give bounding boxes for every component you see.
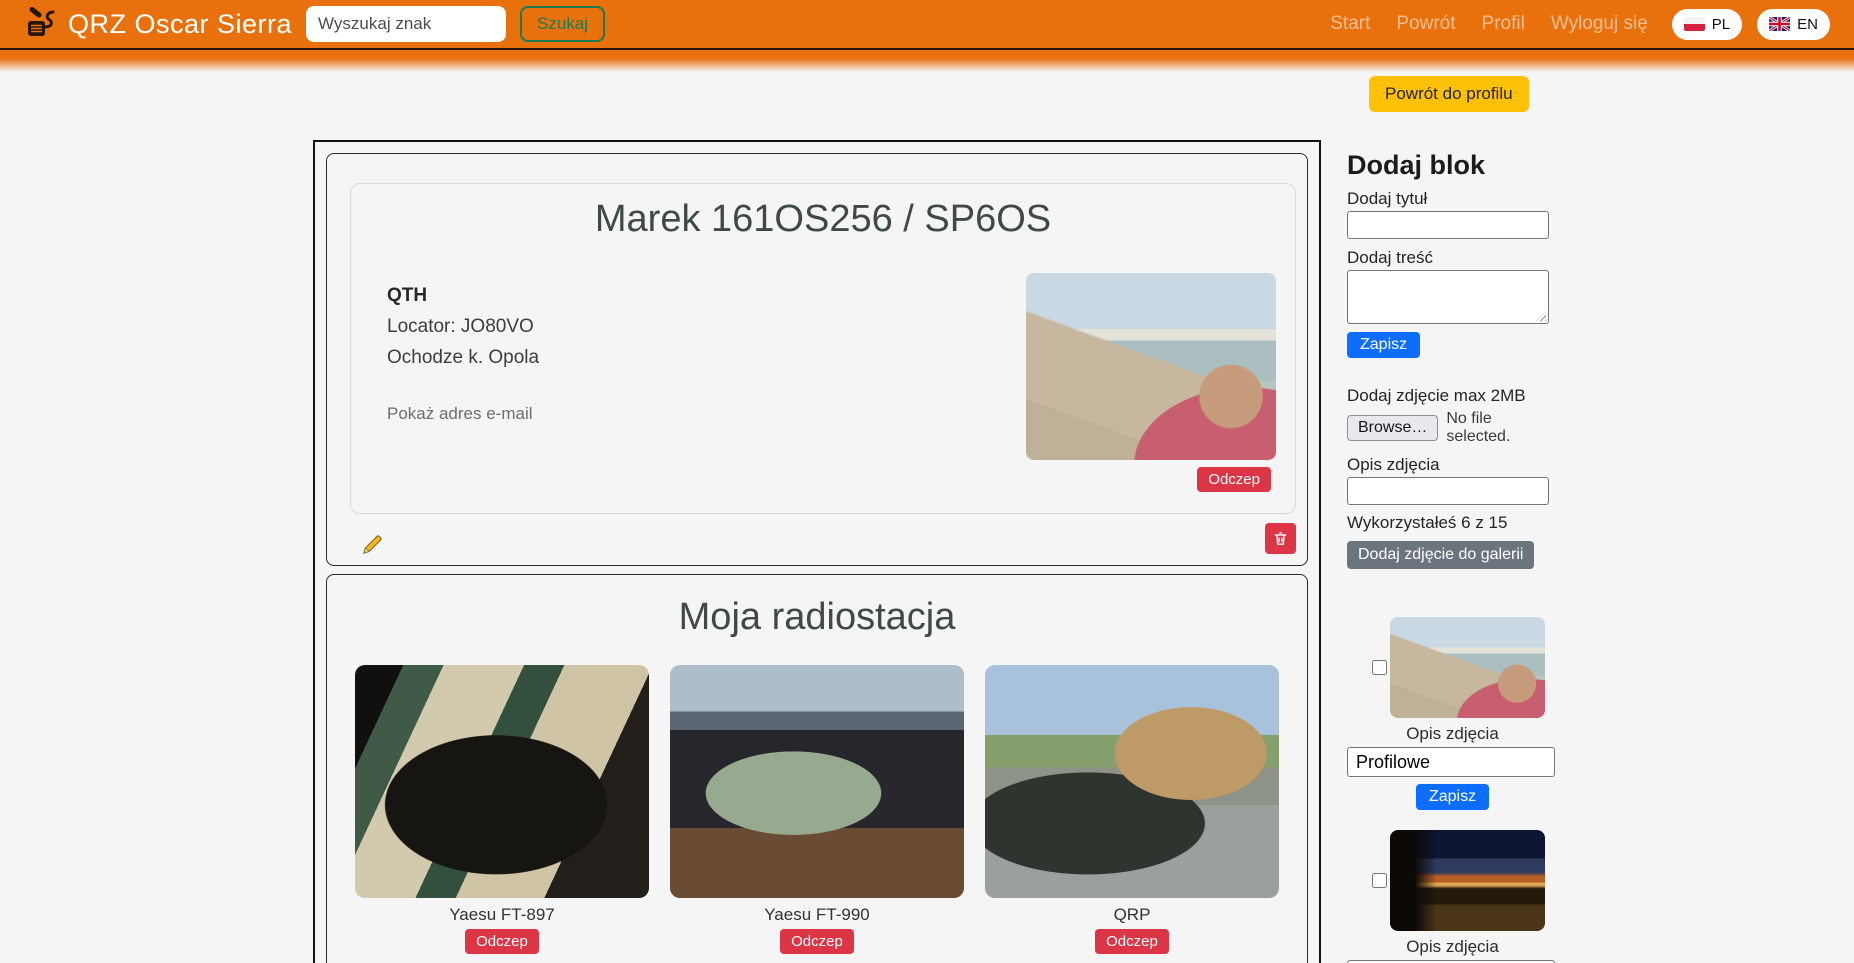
pencil-icon[interactable] <box>361 533 384 556</box>
add-title-label: Dodaj tytuł <box>1347 189 1558 209</box>
nav-link-wyloguj[interactable]: Wyloguj się <box>1551 13 1648 35</box>
nav-links: Start Powrót Profil Wyloguj się <box>1330 13 1648 35</box>
lang-en-label: EN <box>1797 16 1818 33</box>
gallery-usage-text: Wykorzystałeś 6 z 15 <box>1347 513 1558 533</box>
lang-pl-button[interactable]: PL <box>1672 9 1742 40</box>
station-figure: Yaesu FT-897 Odczep <box>355 665 649 954</box>
gallery-desc-label: Opis zdjęcia <box>1347 937 1558 957</box>
locator-text: Locator: JO80VO <box>387 311 539 342</box>
brand-title: QRZ Oscar Sierra <box>68 9 292 40</box>
block-title-input[interactable] <box>1347 211 1549 239</box>
qth-info: QTH Locator: JO80VO Ochodze k. Opola <box>387 280 539 373</box>
navbar: QRZ Oscar Sierra Szukaj Start Powrót Pro… <box>0 0 1854 48</box>
station-figure: Yaesu FT-990 Odczep <box>670 665 964 954</box>
nav-link-profil[interactable]: Profil <box>1482 13 1525 35</box>
radio-mic-icon <box>24 6 60 42</box>
trash-icon <box>1272 530 1289 547</box>
upload-photo-label: Dodaj zdjęcie max 2MB <box>1347 386 1558 406</box>
gallery-select-checkbox[interactable] <box>1372 660 1387 675</box>
search-button[interactable]: Szukaj <box>520 6 605 42</box>
gallery-desc-input[interactable] <box>1347 747 1555 777</box>
gallery-thumbnail-odrodzenie <box>1390 830 1545 931</box>
navbar-glow <box>0 50 1854 72</box>
nav-link-powrot[interactable]: Powrót <box>1396 13 1455 35</box>
gallery-select-checkbox[interactable] <box>1372 873 1387 888</box>
station-title: Moja radiostacja <box>327 596 1307 639</box>
file-input-row: Browse… No file selected. <box>1347 410 1558 446</box>
photo-desc-input[interactable] <box>1347 477 1549 505</box>
back-to-profile-button[interactable]: Powrót do profilu <box>1369 76 1529 112</box>
sidebar-title: Dodaj blok <box>1347 150 1558 180</box>
detach-station-photo-button[interactable]: Odczep <box>780 929 854 954</box>
qth-label: QTH <box>387 280 539 311</box>
gallery-thumb-row <box>1347 830 1558 931</box>
delete-block-button[interactable] <box>1265 523 1296 554</box>
station-gallery-row: Yaesu FT-897 Odczep Yaesu FT-990 Odczep … <box>327 665 1307 954</box>
lang-pl-label: PL <box>1712 16 1730 33</box>
station-photo-qrp <box>985 665 1279 898</box>
block-content-textarea-wrap <box>1347 270 1549 324</box>
uk-flag-icon <box>1769 17 1790 31</box>
add-to-gallery-button[interactable]: Dodaj zdjęcie do galerii <box>1347 541 1534 569</box>
profile-block: Marek 161OS256 / SP6OS QTH Locator: JO80… <box>350 183 1296 514</box>
poland-flag-icon <box>1684 17 1705 31</box>
add-block-sidebar: Dodaj blok Dodaj tytuł Dodaj treść Zapis… <box>1347 150 1558 963</box>
detach-station-photo-button[interactable]: Odczep <box>465 929 539 954</box>
search-input[interactable] <box>306 6 506 42</box>
gallery-thumb-row <box>1347 617 1558 718</box>
city-text: Ochodze k. Opola <box>387 342 539 373</box>
station-caption: Yaesu FT-897 <box>355 905 649 925</box>
station-photo-ft990 <box>670 665 964 898</box>
gallery-save-button[interactable]: Zapisz <box>1416 784 1489 810</box>
station-photo-ft897 <box>355 665 649 898</box>
station-card: Moja radiostacja Yaesu FT-897 Odczep Yae… <box>326 574 1308 963</box>
brand-logo[interactable]: QRZ Oscar Sierra <box>24 6 292 42</box>
nav-link-start[interactable]: Start <box>1330 13 1370 35</box>
browse-file-button[interactable]: Browse… <box>1347 415 1438 441</box>
language-switcher: PL EN <box>1672 9 1830 40</box>
profile-card: Marek 161OS256 / SP6OS QTH Locator: JO80… <box>326 153 1308 566</box>
gallery-desc-label: Opis zdjęcia <box>1347 724 1558 744</box>
station-figure: QRP Odczep <box>985 665 1279 954</box>
gallery-item: Opis zdjęcia Zapisz <box>1347 617 1558 810</box>
block-content-textarea[interactable] <box>1347 270 1549 324</box>
profile-photo <box>1026 273 1276 460</box>
save-block-button[interactable]: Zapisz <box>1347 332 1420 358</box>
detach-photo-button[interactable]: Odczep <box>1197 467 1271 492</box>
photo-desc-label: Opis zdjęcia <box>1347 455 1558 475</box>
show-email-link[interactable]: Pokaż adres e-mail <box>387 404 533 424</box>
gallery-save-wrap: Zapisz <box>1347 777 1558 810</box>
lang-en-button[interactable]: EN <box>1757 9 1830 40</box>
station-caption: QRP <box>985 905 1279 925</box>
profile-title: Marek 161OS256 / SP6OS <box>351 198 1295 241</box>
detach-station-photo-button[interactable]: Odczep <box>1095 929 1169 954</box>
profile-content-container: Marek 161OS256 / SP6OS QTH Locator: JO80… <box>313 140 1321 963</box>
gallery-item: Opis zdjęcia <box>1347 830 1558 963</box>
station-caption: Yaesu FT-990 <box>670 905 964 925</box>
gallery-thumbnail-profilowe <box>1390 617 1545 718</box>
no-file-selected-text: No file selected. <box>1446 410 1558 446</box>
add-content-label: Dodaj treść <box>1347 248 1558 268</box>
